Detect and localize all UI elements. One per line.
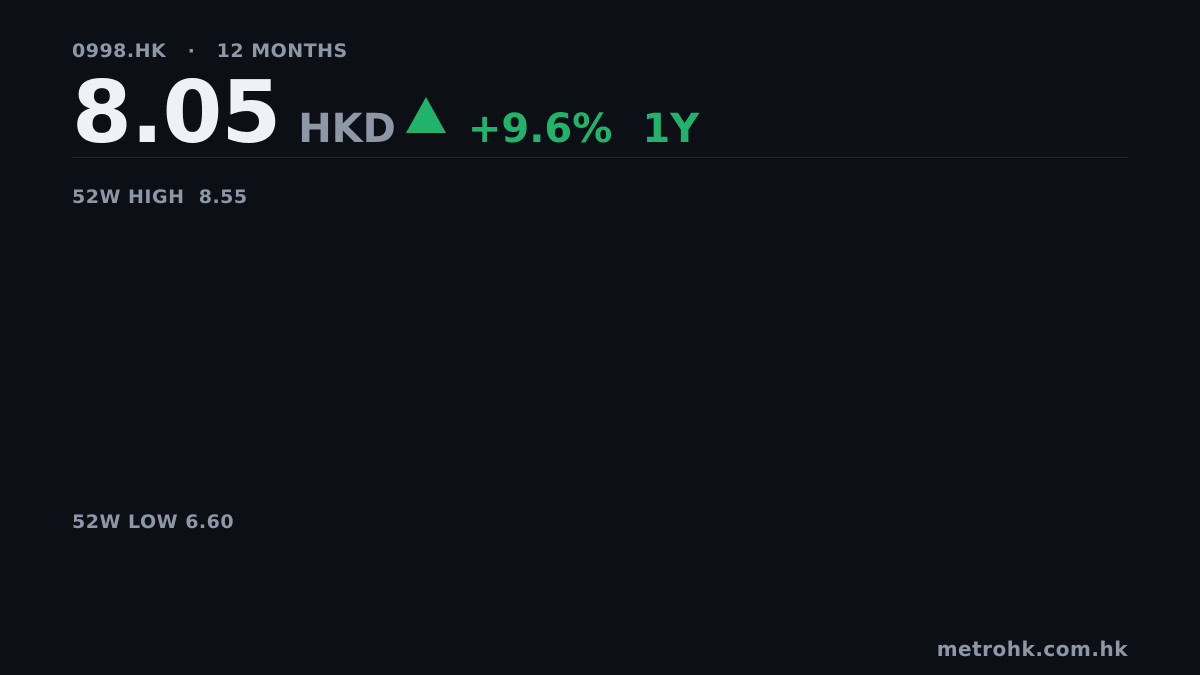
price-chart — [0, 0, 1200, 675]
low-label-text: 52W LOW — [72, 511, 179, 533]
low-value: 6.60 — [185, 511, 235, 533]
source-credit: metrohk.com.hk — [936, 637, 1128, 661]
low-label: 52W LOW 6.60 — [72, 511, 234, 533]
high-value: 8.55 — [198, 186, 248, 208]
high-label: 52W HIGH 8.55 — [72, 186, 248, 208]
high-label-text: 52W HIGH — [72, 186, 185, 208]
